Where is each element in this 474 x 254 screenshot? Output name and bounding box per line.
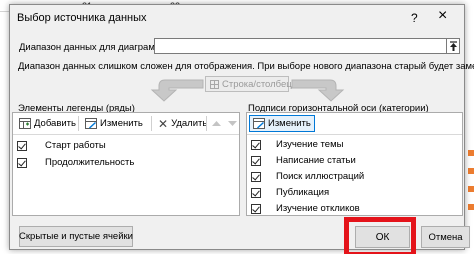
series-checkbox[interactable] <box>17 140 27 151</box>
help-button[interactable]: ? <box>411 11 418 25</box>
category-checkbox[interactable] <box>251 203 261 214</box>
range-label: Диапазон данных для диаграммы: <box>19 42 171 53</box>
edit-series-button[interactable]: Изменить <box>81 115 147 132</box>
axis-labels-panel: Изменить Изучение темы Написание статьи … <box>246 112 463 216</box>
delete-series-label: Удалить <box>171 118 208 129</box>
data-range-input[interactable] <box>154 38 451 54</box>
category-name: Поиск иллюстраций <box>276 171 365 182</box>
switch-row-column-icon <box>210 79 219 89</box>
category-item[interactable]: Публикация <box>247 185 462 200</box>
toolbar-separator <box>78 116 79 131</box>
legend-entries-panel: Добавить Изменить ✕ Удалить Старт работы… <box>12 112 240 216</box>
complex-range-warning: Диапазон данных слишком сложен для отобр… <box>18 61 474 72</box>
edit-icon <box>253 118 265 129</box>
series-name: Старт работы <box>45 140 106 151</box>
legend-toolbar: Добавить Изменить ✕ Удалить <box>13 113 239 135</box>
close-button[interactable]: × <box>438 8 447 24</box>
category-name: Написание статьи <box>276 155 356 166</box>
category-checkbox[interactable] <box>251 155 261 166</box>
category-checkbox[interactable] <box>251 139 261 150</box>
chart-bar-fragment <box>468 186 474 192</box>
move-up-button[interactable] <box>209 115 224 132</box>
toolbar-separator <box>151 116 152 131</box>
chart-bar-fragment <box>468 150 474 156</box>
edit-series-label: Изменить <box>100 118 143 129</box>
category-item[interactable]: Поиск иллюстраций <box>247 169 462 184</box>
chart-bar-fragment <box>468 168 474 174</box>
category-item[interactable]: Изучение темы <box>247 137 462 152</box>
arrow-left-icon <box>150 79 204 102</box>
ok-button[interactable]: ОК <box>355 226 410 248</box>
move-down-icon <box>228 121 237 126</box>
switch-row-column-label: Строка/столбец <box>222 78 292 90</box>
switch-row-column-button[interactable]: Строка/столбец <box>205 76 292 92</box>
arrow-right-icon <box>291 79 345 102</box>
add-icon <box>19 118 31 129</box>
cancel-button[interactable]: Отмена <box>421 226 470 248</box>
category-name: Изучение темы <box>276 139 344 150</box>
category-name: Изучение откликов <box>276 203 360 214</box>
select-data-source-dialog: Выбор источника данных ? × Диапазон данн… <box>9 4 474 254</box>
category-name: Публикация <box>276 187 330 198</box>
edit-axis-labels-label: Изменить <box>268 118 311 129</box>
series-name: Продолжительность <box>45 157 135 168</box>
edit-axis-labels-button[interactable]: Изменить <box>249 115 315 132</box>
add-series-button[interactable]: Добавить <box>15 115 80 132</box>
series-item[interactable]: Старт работы <box>13 138 239 153</box>
delete-icon: ✕ <box>158 116 169 131</box>
hidden-empty-cells-button[interactable]: Скрытые и пустые ячейки <box>19 226 133 247</box>
category-item[interactable]: Написание статьи <box>247 153 462 168</box>
axis-toolbar: Изменить <box>247 113 462 135</box>
collapse-arrow-icon <box>449 40 457 51</box>
chart-bar-fragment <box>468 204 474 210</box>
series-checkbox[interactable] <box>17 157 27 168</box>
category-checkbox[interactable] <box>251 187 261 198</box>
category-item[interactable]: Изучение откликов <box>247 201 462 216</box>
series-item[interactable]: Продолжительность <box>13 155 239 170</box>
move-down-button[interactable] <box>225 115 240 132</box>
move-up-icon <box>212 121 221 126</box>
add-series-label: Добавить <box>34 118 76 129</box>
collapse-dialog-button[interactable] <box>446 38 460 54</box>
toolbar-separator <box>206 116 207 131</box>
edit-icon <box>85 118 97 129</box>
delete-series-button[interactable]: ✕ Удалить <box>154 115 211 132</box>
dialog-title: Выбор источника данных <box>17 12 147 24</box>
category-checkbox[interactable] <box>251 171 261 182</box>
